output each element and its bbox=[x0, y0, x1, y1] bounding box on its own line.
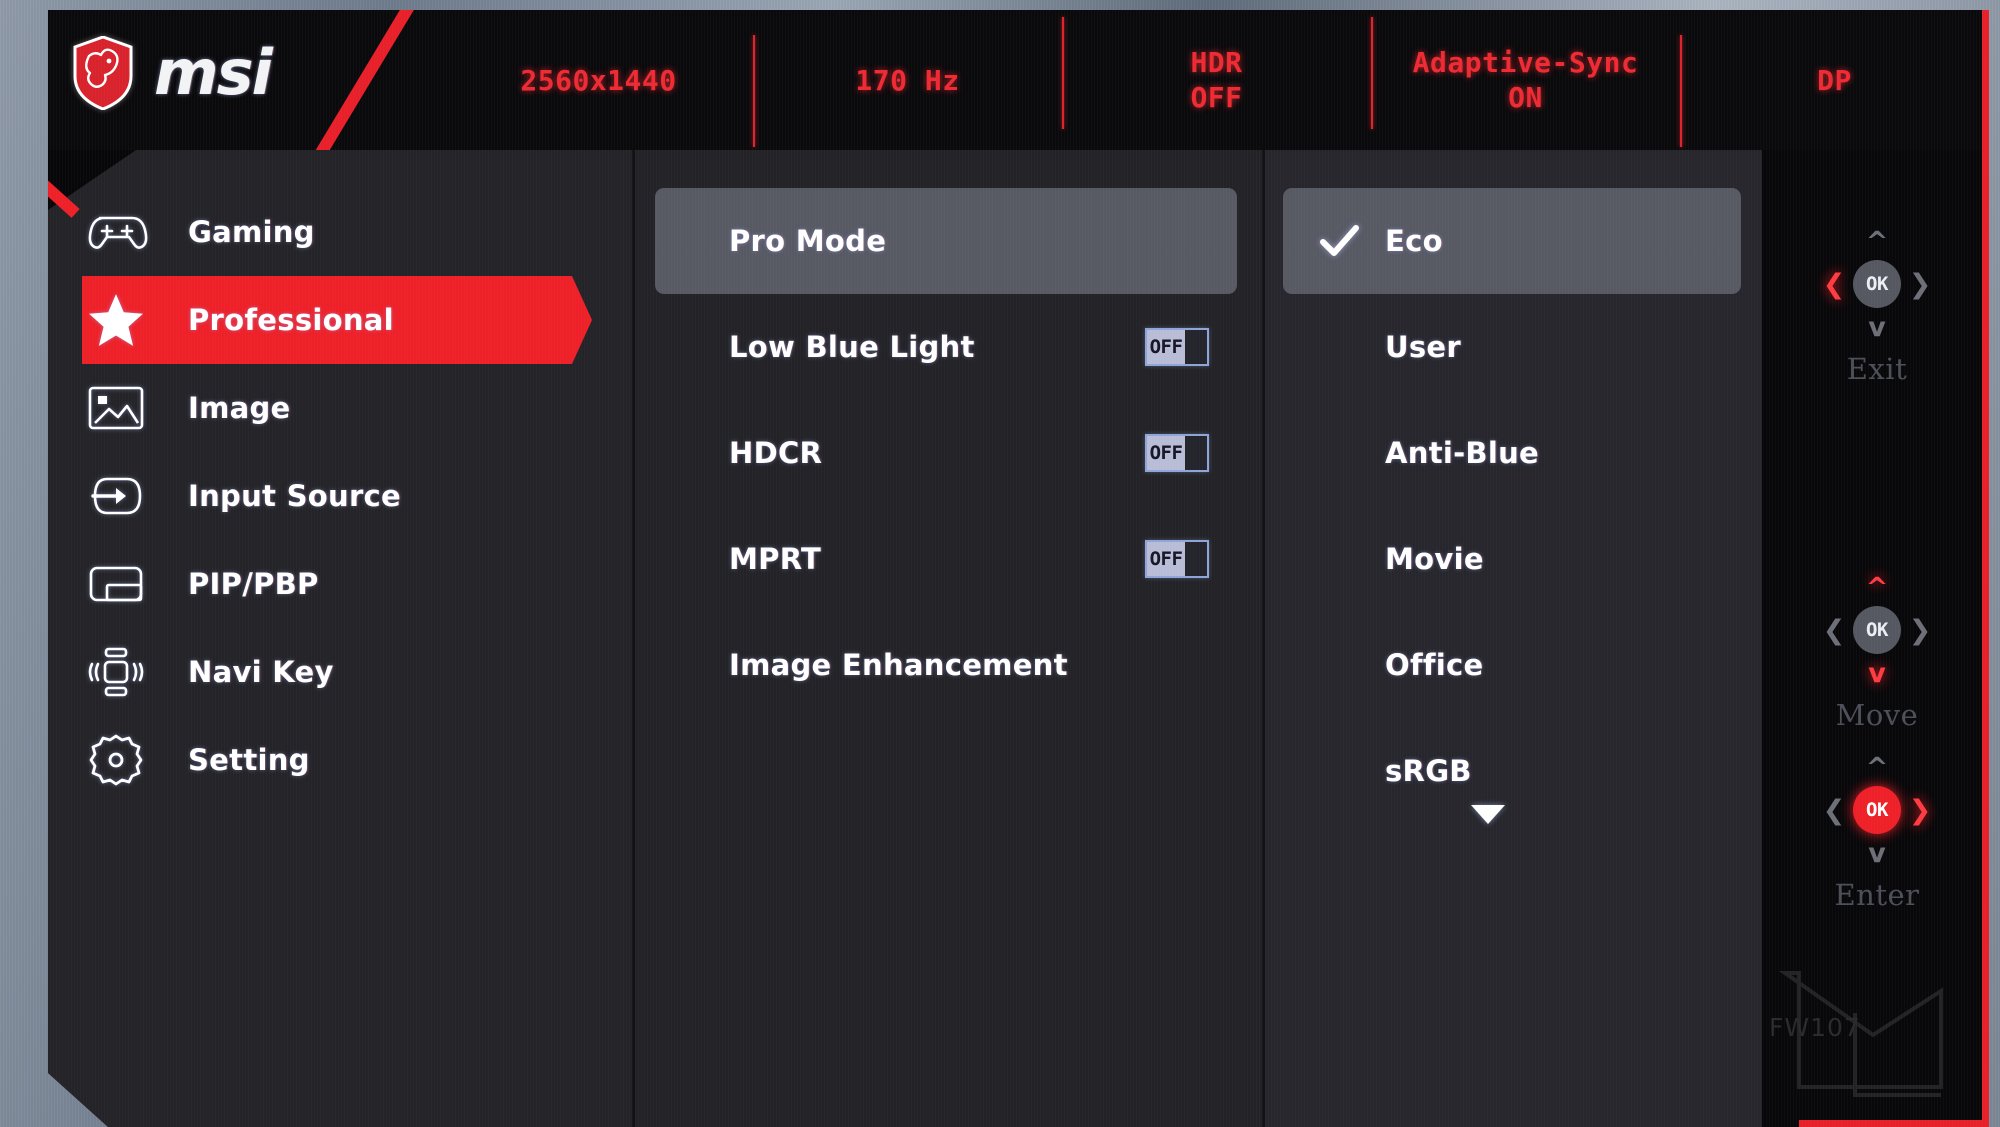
dpad-down-arrow[interactable]: v bbox=[1853, 314, 1901, 341]
sidebar: Gaming Professional Image Input Source P… bbox=[48, 150, 632, 1127]
setting-row-image-enhancement[interactable]: Image Enhancement bbox=[655, 612, 1237, 718]
setting-row-low-blue-light[interactable]: Low Blue Light OFF bbox=[655, 294, 1237, 400]
toggle-low-blue-light[interactable]: OFF bbox=[1145, 328, 1209, 366]
status-refresh-rate: 170 Hz bbox=[753, 34, 1062, 147]
sidebar-item-professional[interactable]: Professional bbox=[48, 276, 632, 364]
pip-pbp-icon bbox=[78, 556, 154, 612]
osd-body: Gaming Professional Image Input Source P… bbox=[48, 134, 1989, 1127]
navkey-label: Move bbox=[1835, 698, 1919, 732]
gear-icon bbox=[78, 732, 154, 788]
sidebar-item-label: Gaming bbox=[188, 215, 315, 249]
sidebar-item-label: Professional bbox=[188, 303, 394, 337]
gamepad-icon bbox=[78, 204, 154, 260]
toggle-mprt[interactable]: OFF bbox=[1145, 540, 1209, 578]
dpad-ok-button[interactable]: OK bbox=[1853, 606, 1901, 654]
status-resolution: 2560x1440 bbox=[520, 63, 677, 97]
osd-right-accent bbox=[1982, 150, 1989, 1127]
sidebar-item-label: Input Source bbox=[188, 479, 402, 513]
picture-icon bbox=[78, 380, 154, 436]
header-red-slash bbox=[310, 10, 422, 158]
sidebar-item-navi-key[interactable]: Navi Key bbox=[48, 628, 632, 716]
preset-row-office[interactable]: Office bbox=[1283, 612, 1741, 718]
header-status-bar: 2560x1440 170 Hz HDR OFF Adaptive-Sync O… bbox=[444, 10, 1989, 150]
status-hdr: HDR OFF bbox=[1062, 17, 1371, 129]
dpad-down-arrow[interactable]: v bbox=[1853, 840, 1901, 867]
chevron-down-icon[interactable] bbox=[1471, 805, 1505, 824]
column-divider-1 bbox=[632, 150, 635, 1127]
setting-row-hdcr[interactable]: HDCR OFF bbox=[655, 400, 1237, 506]
column-divider-2 bbox=[1262, 150, 1265, 1127]
sidebar-item-pip-pbp[interactable]: PIP/PBP bbox=[48, 540, 632, 628]
toggle-hdcr[interactable]: OFF bbox=[1145, 434, 1209, 472]
dpad-left-arrow[interactable]: ❮ bbox=[1821, 606, 1847, 654]
dpad-enter: ^ v ❮ ❯ OK bbox=[1821, 754, 1933, 867]
dpad-up-arrow[interactable]: ^ bbox=[1853, 574, 1901, 601]
osd-window: msi 2560x1440 170 Hz HDR OFF Adaptive-Sy… bbox=[48, 10, 1989, 1127]
sidebar-item-label: Navi Key bbox=[188, 655, 334, 689]
header-right-accent bbox=[1982, 10, 1989, 150]
preset-list: Eco User Anti-Blue Movie Office sRGB bbox=[1265, 150, 1762, 1127]
navi-key-icon bbox=[78, 644, 154, 700]
status-adaptive-sync: Adaptive-Sync ON bbox=[1371, 17, 1680, 129]
toggle-knob bbox=[1185, 436, 1207, 470]
star-icon bbox=[78, 292, 154, 348]
navkey-label: Exit bbox=[1846, 352, 1908, 386]
dpad-ok-button[interactable]: OK bbox=[1853, 786, 1901, 834]
preset-row-srgb[interactable]: sRGB bbox=[1283, 718, 1741, 824]
dpad-exit: ^ v ❮ ❯ OK bbox=[1821, 228, 1933, 341]
sidebar-item-input-source[interactable]: Input Source bbox=[48, 452, 632, 540]
sidebar-item-label: Setting bbox=[188, 743, 310, 777]
dpad-right-arrow[interactable]: ❯ bbox=[1907, 786, 1933, 834]
navkey-move[interactable]: ^ v ❮ ❯ OK Move bbox=[1765, 574, 1989, 733]
checkmark-icon bbox=[1317, 219, 1361, 263]
preset-row-eco[interactable]: Eco bbox=[1283, 188, 1741, 294]
dpad-up-arrow[interactable]: ^ bbox=[1853, 228, 1901, 255]
msi-wordmark: msi bbox=[154, 36, 273, 109]
dpad-down-arrow[interactable]: v bbox=[1853, 660, 1901, 687]
sidebar-item-image[interactable]: Image bbox=[48, 364, 632, 452]
sidebar-item-gaming[interactable]: Gaming bbox=[48, 188, 632, 276]
navkey-enter[interactable]: ^ v ❮ ❯ OK Enter bbox=[1765, 754, 1989, 913]
toggle-knob bbox=[1185, 330, 1207, 364]
dpad-right-arrow[interactable]: ❯ bbox=[1907, 606, 1933, 654]
navi-key-panel: ^ v ❮ ❯ OK Exit ^ v ❮ ❯ OK Move ^ v ❮ ❯ … bbox=[1765, 150, 1989, 1127]
preset-row-movie[interactable]: Movie bbox=[1283, 506, 1741, 612]
dpad-right-arrow[interactable]: ❯ bbox=[1907, 260, 1933, 308]
sidebar-item-label: Image bbox=[188, 391, 291, 425]
preset-row-anti-blue[interactable]: Anti-Blue bbox=[1283, 400, 1741, 506]
input-arrow-icon bbox=[78, 468, 154, 524]
settings-list: Pro Mode Low Blue Light OFF HDCR OFF MPR… bbox=[635, 150, 1262, 1127]
dpad-ok-button[interactable]: OK bbox=[1853, 260, 1901, 308]
navkey-label: Enter bbox=[1834, 878, 1920, 912]
dpad-move: ^ v ❮ ❯ OK bbox=[1821, 574, 1933, 687]
sidebar-item-label: PIP/PBP bbox=[188, 567, 319, 601]
dpad-left-arrow[interactable]: ❮ bbox=[1821, 260, 1847, 308]
setting-row-pro-mode[interactable]: Pro Mode bbox=[655, 188, 1237, 294]
firmware-watermark: FW107 bbox=[1763, 955, 1963, 1105]
status-input-port: DP bbox=[1680, 34, 1989, 147]
toggle-knob bbox=[1185, 542, 1207, 576]
preset-row-user[interactable]: User bbox=[1283, 294, 1741, 400]
firmware-version: FW107 bbox=[1769, 1013, 1861, 1042]
sidebar-item-setting[interactable]: Setting bbox=[48, 716, 632, 804]
dpad-up-arrow[interactable]: ^ bbox=[1853, 754, 1901, 781]
navkey-exit[interactable]: ^ v ❮ ❯ OK Exit bbox=[1765, 228, 1989, 387]
osd-bottom-right-accent bbox=[1799, 1120, 1989, 1127]
msi-logo: msi bbox=[72, 28, 273, 118]
dpad-left-arrow[interactable]: ❮ bbox=[1821, 786, 1847, 834]
setting-row-mprt[interactable]: MPRT OFF bbox=[655, 506, 1237, 612]
monitor-screen: msi 2560x1440 170 Hz HDR OFF Adaptive-Sy… bbox=[0, 0, 2000, 1127]
msi-dragon-shield-icon bbox=[72, 35, 134, 111]
osd-header: msi 2560x1440 170 Hz HDR OFF Adaptive-Sy… bbox=[48, 10, 1989, 158]
